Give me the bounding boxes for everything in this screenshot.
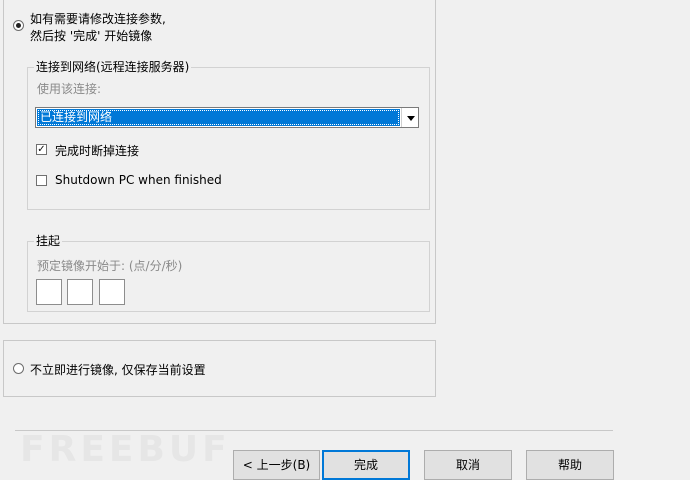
modify-params-radio[interactable] — [13, 20, 24, 31]
watermark-logo: FREEBUF — [20, 429, 231, 470]
back-button[interactable]: < 上一步(B) — [233, 450, 320, 480]
use-connection-label: 使用该连接: — [37, 82, 102, 96]
network-group-title: 连接到网络(远程连接服务器) — [34, 60, 192, 74]
modify-params-line2: 然后按 '完成' 开始镜像 — [30, 29, 153, 43]
modify-params-line1: 如有需要请修改连接参数, — [30, 12, 166, 26]
save-only-radio[interactable] — [13, 363, 24, 374]
chevron-down-icon[interactable] — [401, 108, 418, 127]
hour-input[interactable] — [36, 279, 62, 305]
finish-button[interactable]: 完成 — [322, 450, 410, 480]
second-input[interactable] — [99, 279, 125, 305]
start-at-label: 预定镜像开始于: (点/分/秒) — [37, 259, 183, 273]
schedule-group-title: 挂起 — [34, 234, 63, 248]
disconnect-checkbox[interactable]: ✓ — [36, 144, 47, 155]
shutdown-label: Shutdown PC when finished — [55, 173, 222, 187]
shutdown-checkbox[interactable] — [36, 175, 47, 186]
save-only-label: 不立即进行镜像, 仅保存当前设置 — [30, 363, 206, 377]
connection-select[interactable]: 已连接到网络 — [35, 107, 419, 128]
cancel-button[interactable]: 取消 — [424, 450, 512, 480]
help-button[interactable]: 帮助 — [526, 450, 614, 480]
minute-input[interactable] — [67, 279, 93, 305]
disconnect-label: 完成时断掉连接 — [55, 144, 140, 158]
connection-select-value: 已连接到网络 — [37, 109, 400, 126]
